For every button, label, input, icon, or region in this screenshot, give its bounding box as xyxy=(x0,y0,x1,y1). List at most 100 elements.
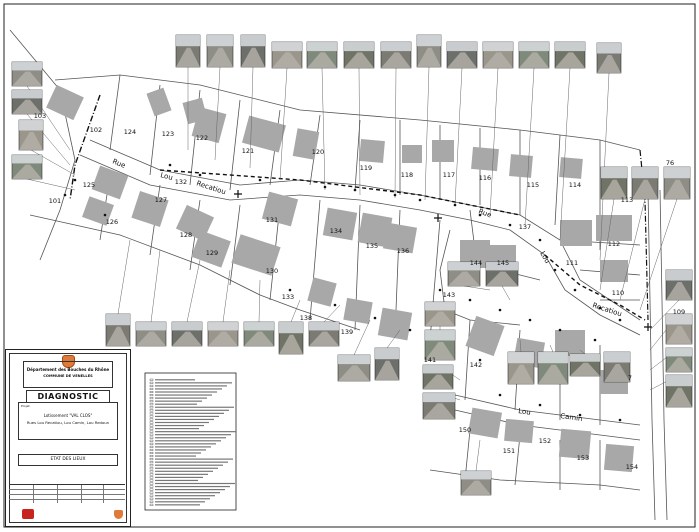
site-photo xyxy=(665,374,693,408)
site-photo xyxy=(206,34,234,68)
building xyxy=(322,207,358,241)
survey-point xyxy=(498,308,502,312)
site-photo xyxy=(240,34,266,68)
lot-number: 111 xyxy=(566,259,578,267)
lot-number: 132 xyxy=(175,178,187,186)
reference-col xyxy=(103,485,104,503)
survey-point xyxy=(373,316,377,320)
photo-sky xyxy=(447,42,477,52)
building xyxy=(504,418,534,444)
legend-line xyxy=(155,412,224,414)
photo-sky xyxy=(508,352,534,364)
project-box: Projet Lotissement "VAL CLOS" Rues Lou R… xyxy=(18,402,118,440)
survey-point xyxy=(553,268,557,272)
lot-number: 127 xyxy=(155,196,167,204)
site-photo xyxy=(11,89,43,115)
lot-number: 101 xyxy=(49,197,61,205)
lot-number: 122 xyxy=(196,134,208,142)
project-tag: Projet xyxy=(21,404,30,408)
legend-line xyxy=(155,415,219,417)
survey-point xyxy=(418,198,422,202)
lot-number: 109 xyxy=(673,308,685,316)
lot-number: 137 xyxy=(519,223,531,231)
legend-line xyxy=(155,418,214,421)
subject-title: ETAT DES LIEUX xyxy=(18,454,118,466)
lot-number: 120 xyxy=(312,148,324,156)
survey-point xyxy=(323,185,327,189)
building xyxy=(359,138,385,164)
survey-point xyxy=(258,178,262,182)
photo-sky xyxy=(241,35,265,47)
lot-number: 112 xyxy=(608,240,620,248)
lot-number: 119 xyxy=(360,164,372,172)
legend-line xyxy=(155,470,213,472)
site-photo xyxy=(105,313,131,347)
lot-number: 153 xyxy=(577,454,589,462)
building xyxy=(467,407,503,439)
site-photo xyxy=(518,41,550,69)
site-photo xyxy=(207,321,239,347)
legend-line xyxy=(155,406,234,408)
building xyxy=(432,140,454,162)
legend-line xyxy=(155,443,216,445)
photo-sky xyxy=(483,42,513,52)
photo-sky xyxy=(19,120,43,131)
survey-point xyxy=(538,238,542,242)
survey-point xyxy=(103,213,107,217)
photo-sky xyxy=(597,43,621,54)
building xyxy=(402,145,422,163)
site-photo xyxy=(422,364,454,390)
photo-sky xyxy=(208,322,238,331)
lot-number: 130 xyxy=(266,267,278,275)
site-photo xyxy=(537,351,569,385)
site-photo xyxy=(278,321,304,355)
legend-line xyxy=(155,385,227,387)
legend-line xyxy=(155,428,199,430)
lot-number: 116 xyxy=(479,174,491,182)
survey-point xyxy=(333,303,337,307)
site-photo xyxy=(337,354,371,382)
legend-line xyxy=(155,485,230,488)
lot-number: 134 xyxy=(330,227,342,235)
legend-line xyxy=(155,498,210,500)
legend-line xyxy=(155,403,197,405)
legend-line xyxy=(155,391,217,393)
lot-number: 145 xyxy=(497,259,509,267)
photo-sky xyxy=(375,348,399,360)
lot-number: 133 xyxy=(282,293,294,301)
survey-point xyxy=(288,288,292,292)
building xyxy=(471,146,499,172)
reference-col xyxy=(81,485,82,503)
photo-sky xyxy=(666,348,692,357)
photo-sky xyxy=(307,42,337,52)
title-block: Département des Bouches du Rhône COMMUNE… xyxy=(5,349,131,527)
company-logo xyxy=(22,509,34,519)
site-photo xyxy=(175,34,201,68)
site-photo xyxy=(460,470,492,496)
photo-sky xyxy=(207,35,233,47)
photo-sky xyxy=(12,62,42,71)
photo-sky xyxy=(632,167,658,179)
site-photo xyxy=(663,166,691,200)
legend-line xyxy=(155,388,222,390)
photo-sky xyxy=(381,42,411,52)
legend-line xyxy=(155,473,208,475)
lot-number: 125 xyxy=(83,181,95,189)
survey-point xyxy=(558,328,562,332)
legend-line xyxy=(155,504,200,506)
site-photo xyxy=(271,41,303,69)
legend-line xyxy=(155,489,225,491)
reference-row xyxy=(9,489,125,490)
site-photo xyxy=(308,321,340,347)
lot-number: 135 xyxy=(366,242,378,250)
lot-number: 76 xyxy=(666,159,674,167)
survey-point xyxy=(453,203,457,207)
survey-point xyxy=(528,318,532,322)
site-photo xyxy=(416,34,442,68)
project-name: Lotissement "VAL CLOS" xyxy=(43,413,93,418)
legend-line xyxy=(155,409,229,411)
survey-point xyxy=(408,328,412,332)
photo-sky xyxy=(279,322,303,334)
legend-line xyxy=(155,434,231,436)
site-photo xyxy=(380,41,412,69)
